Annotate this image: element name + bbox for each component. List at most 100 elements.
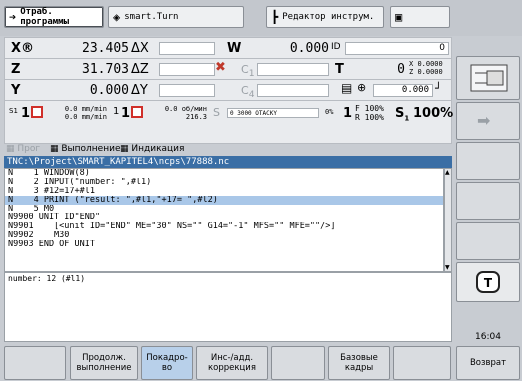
basic-blocks-softkey[interactable]: Базовые кадры	[328, 346, 390, 380]
z-delta-field	[159, 63, 215, 76]
tool-icon: ┣	[271, 10, 279, 24]
tab-smart-turn[interactable]: ◈ smart.Turn	[108, 6, 244, 28]
y-delta-label: ΔY	[131, 83, 148, 98]
tool-t-icon: T	[476, 271, 500, 293]
listing-scrollbar[interactable]: ▲ ▼	[444, 168, 452, 272]
softkey-blank-2[interactable]	[456, 182, 520, 220]
tab-tool-editor[interactable]: ┣ Редактор инструм.	[266, 6, 384, 28]
id-value: 0	[439, 43, 445, 53]
program-line[interactable]: N 1 WINDOW(8)	[5, 169, 443, 178]
tool-softkey[interactable]: T	[456, 262, 520, 302]
tab-calculator[interactable]: ▣	[390, 6, 450, 28]
status-panel: X® 23.405 ΔX W 0.000 ID 0 Z 31.703 ΔZ ✖ …	[4, 37, 453, 144]
rev-values: 0.0 об/мин 216.3	[164, 105, 207, 121]
tab-program-run[interactable]: ➔ Отраб. программы	[4, 6, 104, 28]
program-path: TNC:\Project\SMART_KAPITEL4\ncps\77888.n…	[4, 156, 452, 168]
single-block-softkey[interactable]: Покадро- во	[141, 346, 193, 380]
spindle-position-icon: ▤	[341, 81, 353, 95]
spindle-orient-icon: ⊕	[357, 81, 367, 94]
feed-values: 0.0 mm/min 0.0 mm/min	[64, 105, 107, 121]
locked-axis-icon: ✖	[215, 60, 226, 75]
print-output-window: number: 12 (#l1)	[4, 272, 452, 342]
mode-ind[interactable]: ▦ Индикация	[120, 144, 184, 154]
mode-prog[interactable]: ▦ Прог	[6, 144, 40, 154]
y-axis-value: 0.000	[89, 83, 129, 98]
program-listing[interactable]: N 1 WINDOW(8) N 2 INPUT("number: ",#l1) …	[4, 168, 444, 272]
t-value: 0	[397, 62, 405, 77]
spindle-override: 100%	[413, 106, 454, 121]
tab-label: smart.Turn	[124, 12, 179, 22]
diamond-arrow-icon: ◈	[113, 10, 121, 24]
x-axis-value: 23.405	[82, 41, 129, 56]
machine-view-icon	[470, 64, 508, 92]
override-zero: 0%	[325, 108, 334, 116]
softkey-7[interactable]	[393, 346, 451, 380]
spindle2-stop-icon	[131, 106, 143, 118]
spindle-value: 0.000	[401, 85, 429, 95]
program-line[interactable]: N 3 #12=17+#l1	[5, 187, 443, 196]
arrow-right-icon: ➔	[9, 10, 17, 24]
spindle-num-2: 1	[121, 106, 131, 121]
clock: 16:04	[475, 332, 501, 342]
w-axis-value: 0.000	[289, 41, 329, 56]
f-num: 1	[343, 106, 353, 121]
rpm-scale: 0 3000 OTACKY	[227, 108, 319, 118]
output-text: number: 12 (#l1)	[8, 274, 86, 283]
program-line-selected[interactable]: N 4 PRINT ("result: ",#l1,"+17= ",#l2)	[5, 195, 443, 205]
s-label: S	[213, 106, 220, 119]
program-line[interactable]: N9900 UNIT ID"END"	[5, 213, 443, 222]
svg-text:T: T	[484, 276, 493, 290]
feed-row: S1 1 0.0 mm/min 0.0 mm/min 1 1 0.0 об/ми…	[9, 104, 453, 140]
c4-field	[257, 84, 329, 97]
spindle-num: 1	[113, 106, 120, 117]
scroll-down-icon[interactable]: ▼	[445, 264, 450, 271]
program-line[interactable]: N9902 M30	[5, 231, 443, 240]
c1-field	[257, 63, 329, 76]
mode-exec[interactable]: ▦ Выполнение	[50, 144, 121, 154]
id-field: 0	[345, 42, 449, 55]
w-axis-label: W	[227, 41, 242, 56]
program-line[interactable]: N9903 END OF UNIT	[5, 240, 443, 249]
y-axis-label: Y	[11, 83, 21, 98]
softkey-5[interactable]	[271, 346, 325, 380]
z-axis-value: 31.703	[82, 62, 129, 77]
program-line[interactable]: N9901 [<unit ID="END" ME="30" NS="" G14=…	[5, 222, 443, 231]
corner-icon: ┘	[435, 82, 442, 95]
z-axis-label: Z	[11, 62, 21, 77]
id-label: ID	[331, 42, 341, 52]
side-view-softkey[interactable]	[456, 56, 520, 100]
x-delta-label: ΔX	[131, 41, 149, 56]
program-line[interactable]: N 5 M0	[5, 205, 443, 214]
tab-label: Отраб. программы	[20, 7, 70, 27]
x-delta-field	[159, 42, 215, 55]
divider	[5, 100, 451, 101]
program-line[interactable]: N 2 INPUT("number: ",#l1)	[5, 178, 443, 187]
divider	[5, 58, 451, 59]
t-label: T	[335, 62, 344, 77]
tab-bar: ➔ Отраб. программы ◈ smart.Turn ┣ Редакт…	[0, 0, 522, 36]
softkey-blank-3[interactable]	[456, 222, 520, 260]
calculator-icon: ▣	[395, 10, 403, 24]
s1-badge: S1	[9, 107, 18, 115]
continue-run-softkey[interactable]: Продолж. выполнение	[70, 346, 138, 380]
spindle-field: 0.000	[373, 84, 433, 97]
feed-override: F 100% R 100%	[355, 104, 384, 122]
tool-offsets: X 0.0000 Z 0.0000	[409, 60, 443, 76]
tab-label: Редактор инструм.	[282, 12, 375, 22]
softkey-1[interactable]	[4, 346, 66, 380]
arrow-softkey[interactable]: ➡	[456, 102, 520, 140]
spindle-stop-icon	[31, 106, 43, 118]
s1-num: 1	[21, 106, 31, 121]
z-delta-label: ΔZ	[131, 62, 149, 77]
scroll-up-icon[interactable]: ▲	[445, 169, 450, 176]
s-final-label: S1	[395, 106, 410, 123]
c4-label: C4	[241, 84, 255, 101]
y-delta-field	[159, 84, 215, 97]
insert-correction-softkey[interactable]: Инс-/адд. коррекция	[196, 346, 268, 380]
back-softkey[interactable]: Возврат	[456, 346, 520, 380]
x-axis-label: X®	[11, 41, 35, 56]
c1-label: C1	[241, 63, 255, 80]
divider	[5, 79, 451, 80]
softkey-blank-1[interactable]	[456, 142, 520, 180]
arrow-right-icon: ➡	[477, 111, 491, 130]
